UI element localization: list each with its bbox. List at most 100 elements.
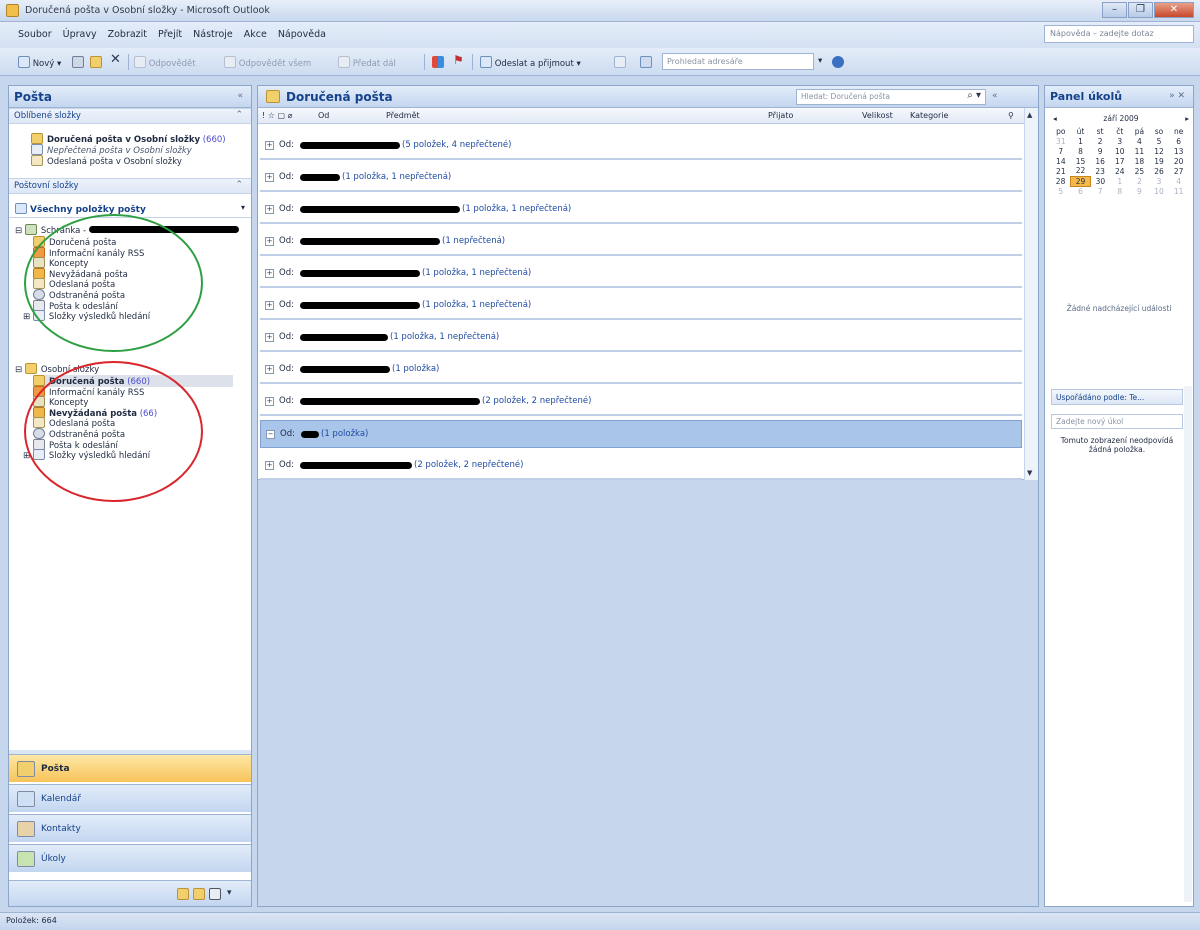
calendar-day[interactable]: 22 (1071, 166, 1091, 176)
expand-group-icon[interactable]: + (265, 237, 274, 246)
to-do-bar-controls-icon[interactable]: » ✕ (1169, 91, 1185, 101)
task-arrange-by-header[interactable]: Uspořádáno podle: Te... (1051, 389, 1183, 405)
message-list-scrollbar[interactable]: ▲ ▼ (1024, 108, 1038, 480)
message-group-row[interactable]: + Od: (1 položka, 1 nepřečtená) (260, 260, 1022, 288)
collapse-node-icon[interactable]: ⊟ (15, 226, 25, 236)
print-button[interactable] (72, 56, 84, 69)
calendar-day[interactable]: 17 (1110, 156, 1130, 166)
message-group-row[interactable]: + Od: (1 položka, 1 nepřečtená) (260, 164, 1022, 192)
help-button[interactable] (832, 56, 844, 69)
message-group-row[interactable]: + Od: (1 položka) (260, 356, 1022, 384)
size-column-header[interactable]: Velikost (862, 111, 893, 120)
message-group-row[interactable]: + Od: (5 položek, 4 nepřečtené) (260, 132, 1022, 160)
calendar-day[interactable]: 5 (1051, 186, 1071, 196)
calendar-day[interactable]: 21 (1051, 166, 1071, 176)
menu-item[interactable]: Přejít (158, 29, 182, 40)
collapse-pane-icon[interactable]: « (237, 91, 243, 101)
calendar-day[interactable]: 6 (1071, 186, 1091, 196)
collapse-node-icon[interactable]: ⊟ (15, 365, 25, 375)
calendar-day[interactable]: 15 (1071, 156, 1091, 166)
calendar-day[interactable]: 13 (1169, 146, 1189, 156)
calendar-day[interactable]: 20 (1169, 156, 1189, 166)
calendar-day[interactable]: 31 (1051, 136, 1071, 146)
section-collapse-icon[interactable]: ⌃ (235, 110, 243, 120)
calendar-day[interactable]: 2 (1130, 176, 1150, 186)
forward-button[interactable]: Předat dál (338, 56, 396, 69)
calendar-day[interactable]: 18 (1130, 156, 1150, 166)
close-icon[interactable]: ✕ (1154, 2, 1194, 18)
send-receive-button[interactable]: Odeslat a přijmout ▾ (480, 56, 581, 69)
expand-node-icon[interactable]: ⊞ (23, 312, 33, 322)
menu-item[interactable]: Nástroje (193, 29, 233, 40)
help-search-input[interactable]: Nápověda – zadejte dotaz (1044, 25, 1194, 43)
search-folders-button[interactable] (614, 56, 626, 69)
categorize-button[interactable] (432, 56, 444, 69)
task-list-scrollbar[interactable] (1184, 386, 1192, 902)
nav-button-calendar[interactable]: Kalendář (9, 784, 251, 812)
calendar-day[interactable]: 10 (1149, 186, 1169, 196)
reply-button[interactable]: Odpovědět (134, 56, 196, 69)
outlook-app-icon[interactable] (6, 4, 19, 17)
next-month-icon[interactable]: ▸ (1185, 114, 1189, 123)
notes-icon[interactable] (177, 888, 189, 900)
expand-search-icon[interactable]: « (992, 91, 998, 101)
calendar-day[interactable]: 14 (1051, 156, 1071, 166)
delete-button[interactable]: ✕ (110, 52, 121, 67)
category-column-header[interactable]: Kategorie (910, 111, 948, 120)
flag-button[interactable]: ⚑ (453, 53, 464, 67)
calendar-day[interactable]: 1 (1071, 136, 1091, 146)
calendar-day[interactable]: 4 (1169, 176, 1189, 186)
expand-group-icon[interactable]: + (265, 269, 274, 278)
calendar-day[interactable]: 4 (1130, 136, 1150, 146)
calendar-day[interactable]: 24 (1110, 166, 1130, 176)
calendar-day[interactable]: 27 (1169, 166, 1189, 176)
new-button[interactable]: Nový ▾ (18, 56, 61, 69)
scroll-down-icon[interactable]: ▼ (1027, 469, 1032, 477)
from-column-header[interactable]: Od (318, 111, 329, 120)
menu-item[interactable]: Úpravy (63, 29, 97, 40)
calendar-day[interactable]: 19 (1149, 156, 1169, 166)
calendar-day[interactable]: 2 (1090, 136, 1110, 146)
menu-item[interactable]: Soubor (18, 29, 52, 40)
calendar-day[interactable]: 3 (1110, 136, 1130, 146)
menu-item[interactable]: Akce (244, 29, 267, 40)
calendar-day[interactable]: 16 (1090, 156, 1110, 166)
maximize-icon[interactable]: ❐ (1128, 2, 1153, 18)
nav-button-mail[interactable]: Pošta (9, 754, 251, 782)
subject-column-header[interactable]: Předmět (386, 111, 420, 120)
search-icon[interactable]: ⌕ ▾ (967, 90, 981, 101)
calendar-day[interactable]: 7 (1051, 146, 1071, 156)
calendar-day[interactable]: 11 (1169, 186, 1189, 196)
nav-button-tasks[interactable]: Úkoly (9, 844, 251, 872)
calendar-day[interactable]: 1 (1110, 176, 1130, 186)
calendar-day[interactable]: 23 (1090, 166, 1110, 176)
shortcuts-icon[interactable] (209, 888, 221, 900)
section-collapse-icon[interactable]: ⌃ (235, 180, 243, 190)
configure-buttons-icon[interactable]: ▾ (227, 888, 232, 898)
expand-group-icon[interactable]: + (265, 365, 274, 374)
expand-group-icon[interactable]: + (265, 205, 274, 214)
importance-column-icon[interactable]: ! ☆ ▢ ⌀ (262, 111, 292, 120)
menu-item[interactable]: Nápověda (278, 29, 326, 40)
instant-search-input[interactable]: Hledat: Doručená pošta ⌕ ▾ (796, 89, 986, 105)
expand-group-icon[interactable]: + (265, 333, 274, 342)
favorites-section-header[interactable]: Oblíbené složky ⌃ (9, 108, 251, 124)
mail-folders-section-header[interactable]: Poštovní složky ⌃ (9, 178, 251, 194)
calendar-day[interactable]: 5 (1149, 136, 1169, 146)
address-book-dropdown[interactable]: ▾ (818, 56, 822, 66)
calendar-day[interactable]: 6 (1169, 136, 1189, 146)
calendar-day[interactable]: 3 (1149, 176, 1169, 186)
folder-list-icon[interactable] (193, 888, 205, 900)
calendar-day[interactable]: 8 (1071, 146, 1091, 156)
expand-group-icon[interactable]: + (265, 397, 274, 406)
calendar-day[interactable]: 30 (1090, 176, 1110, 186)
message-group-row[interactable]: + Od: (1 položka, 1 nepřečtená) (260, 292, 1022, 320)
expand-group-icon[interactable]: + (265, 141, 274, 150)
calendar-day[interactable]: 10 (1110, 146, 1130, 156)
calendar-day[interactable]: 28 (1051, 176, 1071, 186)
calendar-day[interactable]: 9 (1130, 186, 1150, 196)
calendar-day[interactable]: 29 (1070, 175, 1091, 187)
address-book-button[interactable] (640, 56, 652, 69)
calendar-day[interactable]: 11 (1130, 146, 1150, 156)
scroll-up-icon[interactable]: ▲ (1027, 111, 1032, 119)
